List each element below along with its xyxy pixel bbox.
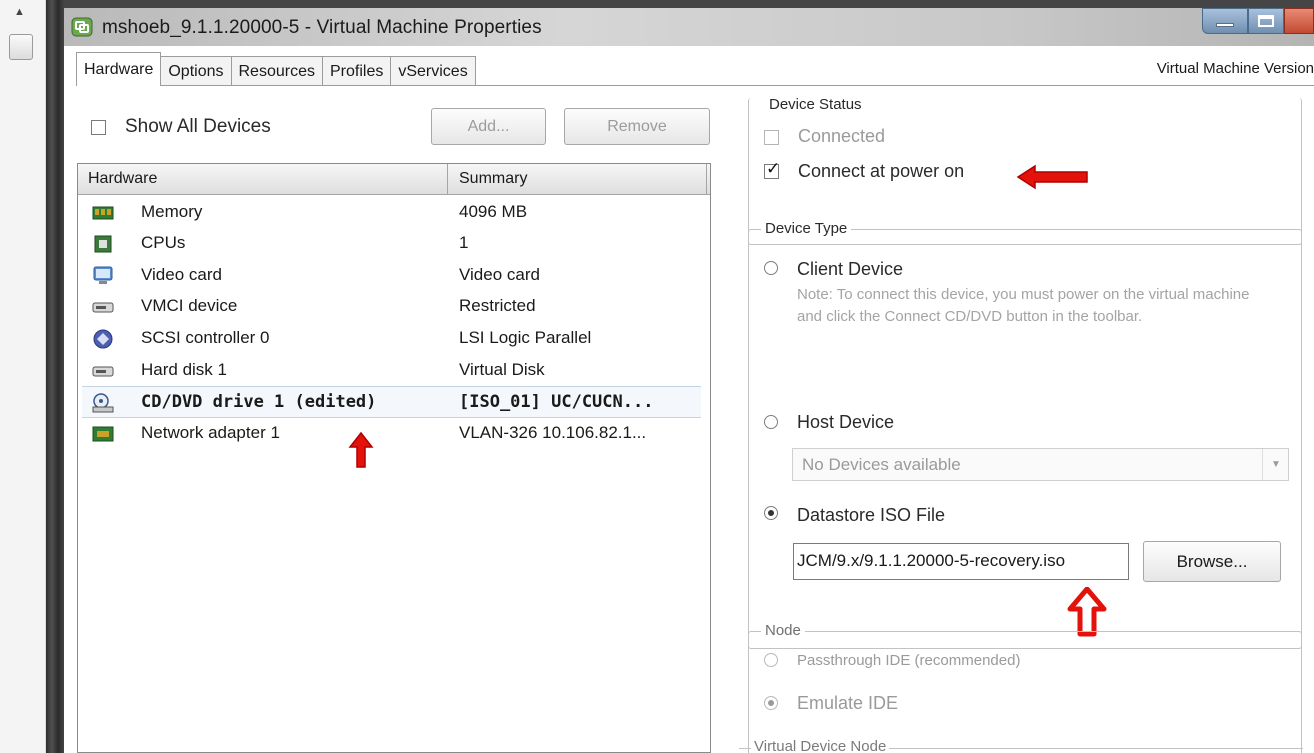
iso-path-value: JCM/9.x/9.1.1.20000-5-recovery.iso <box>797 551 1066 570</box>
hardware-summary: VLAN-326 10.106.82.1... <box>459 423 647 442</box>
tab-resources[interactable]: Resources <box>230 56 323 86</box>
scsi-icon <box>93 329 113 349</box>
dialog-client-area: Hardware Options Resources Profiles vSer… <box>64 46 1314 753</box>
column-separator-end <box>706 164 709 195</box>
cpu-icon <box>94 235 112 253</box>
hardware-table: Hardware Summary Memory 4096 MB CPUs 1 V… <box>77 163 711 753</box>
tab-bar: Hardware Options Resources Profiles vSer… <box>76 52 476 86</box>
connect-at-power-on-label: Connect at power on <box>798 161 965 181</box>
hardware-name: CPUs <box>141 233 186 252</box>
device-icon <box>92 302 114 313</box>
checkmark-icon: ✓ <box>766 159 781 178</box>
annotation-left-arrow-icon <box>1016 164 1088 190</box>
browse-button[interactable]: Browse... <box>1143 541 1281 582</box>
vmware-app-icon <box>71 17 93 37</box>
annotation-up-arrow-icon <box>348 431 374 468</box>
hardware-name: Video card <box>141 265 222 284</box>
annotation-up-arrow-icon <box>1067 587 1107 637</box>
radio-selected-dot <box>768 510 774 516</box>
emulate-ide-label: Emulate IDE <box>797 693 899 713</box>
client-device-note: Note: To connect this device, you must p… <box>797 286 1250 325</box>
hardware-summary: 1 <box>459 233 469 252</box>
host-device-select[interactable]: No Devices available ▼ <box>792 448 1289 481</box>
host-device-label: Host Device <box>797 412 895 432</box>
dropdown-button[interactable]: ▼ <box>1262 449 1288 480</box>
passthrough-ide-radio[interactable] <box>764 653 778 667</box>
minimize-icon <box>1216 23 1234 27</box>
table-row[interactable]: CPUs 1 <box>78 228 710 260</box>
tab-vservices[interactable]: vServices <box>390 56 476 86</box>
hardware-summary: 4096 MB <box>459 202 528 221</box>
datastore-iso-label: Datastore ISO File <box>797 505 946 525</box>
chevron-down-icon: ▼ <box>1271 459 1281 470</box>
scroll-up-icon[interactable]: ▲ <box>14 6 25 18</box>
window-title: mshoeb_9.1.1.20000-5 - Virtual Machine P… <box>102 17 542 38</box>
column-header-summary[interactable]: Summary <box>459 170 527 188</box>
table-row-selected[interactable]: CD/DVD drive 1 (edited) [ISO_01] UC/CUCN… <box>82 386 701 418</box>
show-all-devices-checkbox[interactable] <box>91 120 106 135</box>
table-row[interactable]: Network adapter 1 VLAN-326 10.106.82.1..… <box>78 418 710 450</box>
radio-selected-dot <box>768 700 774 706</box>
tab-options[interactable]: Options <box>160 56 232 86</box>
passthrough-ide-label: Passthrough IDE (recommended) <box>797 652 1021 669</box>
hardware-summary: Virtual Disk <box>459 360 545 379</box>
client-device-radio[interactable] <box>764 261 778 275</box>
add-button[interactable]: Add... <box>431 108 546 145</box>
connected-checkbox[interactable] <box>764 130 779 145</box>
title-bar[interactable]: mshoeb_9.1.1.20000-5 - Virtual Machine P… <box>64 8 1314 46</box>
table-row[interactable]: VMCI device Restricted <box>78 291 710 323</box>
device-status-legend: Device Status <box>765 96 866 113</box>
close-button[interactable] <box>1284 8 1314 34</box>
table-header: Hardware Summary <box>78 164 710 195</box>
table-row[interactable]: SCSI controller 0 LSI Logic Parallel <box>78 323 710 355</box>
hardware-name: SCSI controller 0 <box>141 328 270 347</box>
hardware-name: Hard disk 1 <box>141 360 227 379</box>
minimize-button[interactable] <box>1202 8 1248 34</box>
tab-hardware[interactable]: Hardware <box>76 52 162 86</box>
monitor-icon <box>93 266 113 284</box>
column-separator[interactable] <box>447 164 448 195</box>
hardware-summary: Video card <box>459 265 540 284</box>
harddisk-icon <box>92 366 114 377</box>
cd-dvd-icon <box>92 393 114 413</box>
table-row[interactable]: Memory 4096 MB <box>78 197 710 229</box>
tab-profiles[interactable]: Profiles <box>321 56 392 86</box>
scrollbar-thumb[interactable] <box>9 34 33 60</box>
hardware-summary: [ISO_01] UC/CUCN... <box>459 392 654 412</box>
node-group: Node <box>748 622 1302 753</box>
column-header-hardware[interactable]: Hardware <box>88 170 157 188</box>
hardware-summary: LSI Logic Parallel <box>459 328 592 347</box>
iso-path-input[interactable]: JCM/9.x/9.1.1.20000-5-recovery.iso <box>793 543 1129 580</box>
remove-button[interactable]: Remove <box>564 108 710 145</box>
hardware-summary: Restricted <box>459 296 536 315</box>
connect-at-power-on-checkbox[interactable]: ✓ <box>764 160 780 179</box>
host-device-radio[interactable] <box>764 415 778 429</box>
host-device-value: No Devices available <box>802 455 961 474</box>
table-row[interactable]: Hard disk 1 Virtual Disk <box>78 355 710 387</box>
table-row[interactable]: Video card Video card <box>78 260 710 292</box>
memory-icon <box>92 206 114 220</box>
hardware-name: Memory <box>141 202 203 221</box>
node-legend: Node <box>761 622 805 639</box>
background-scrollbar[interactable]: ▲ <box>0 0 46 753</box>
vm-version-label: Virtual Machine Version <box>1156 60 1314 77</box>
tab-divider <box>76 85 1314 86</box>
show-all-devices-label: Show All Devices <box>125 116 271 137</box>
virtual-device-node-legend: Virtual Device Node <box>751 738 890 753</box>
network-icon <box>92 426 114 442</box>
window-controls <box>1202 8 1314 36</box>
maximize-icon <box>1258 15 1274 27</box>
hardware-name: CD/DVD drive 1 (edited) <box>141 392 377 412</box>
connected-label: Connected <box>798 126 886 146</box>
emulate-ide-radio[interactable] <box>764 696 778 710</box>
device-type-legend: Device Type <box>761 220 852 237</box>
hardware-name: VMCI device <box>141 296 238 315</box>
client-device-label: Client Device <box>797 259 904 279</box>
hardware-name: Network adapter 1 <box>141 423 280 442</box>
maximize-button[interactable] <box>1248 8 1284 34</box>
datastore-iso-radio[interactable] <box>764 506 778 520</box>
